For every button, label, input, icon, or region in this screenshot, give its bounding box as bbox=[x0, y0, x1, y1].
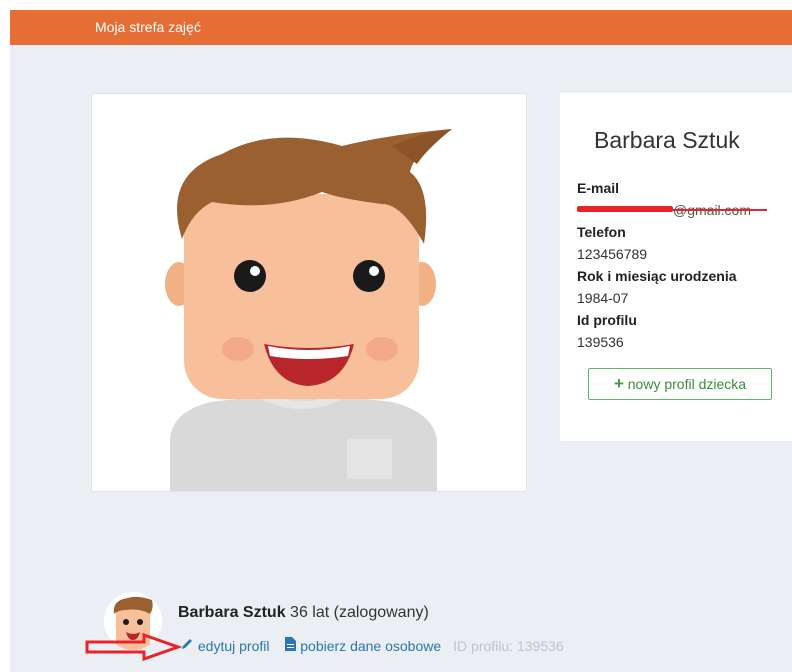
phone-value: 123456789 bbox=[577, 246, 648, 262]
profile-name: Barbara Sztuk bbox=[594, 127, 740, 153]
avatar-right-cheek bbox=[366, 337, 398, 361]
large-avatar-illustration bbox=[165, 129, 452, 491]
plus-icon: + bbox=[613, 374, 624, 393]
avatar-card bbox=[91, 93, 527, 492]
email-strike-line bbox=[577, 209, 767, 211]
top-bar: Moja strefa zajęć bbox=[10, 10, 792, 45]
avatar-left-eye bbox=[234, 260, 266, 292]
avatar-left-cheek bbox=[222, 337, 254, 361]
profile-id-label: Id profilu bbox=[577, 312, 637, 328]
phone-label: Telefon bbox=[577, 224, 626, 240]
profile-id-value: 139536 bbox=[577, 334, 624, 350]
annotation-arrow-icon bbox=[85, 632, 183, 662]
profile-actions: edytuj profil pobierz dane osobowe ID pro… bbox=[180, 637, 564, 654]
download-personal-data-link[interactable]: pobierz dane osobowe bbox=[300, 638, 441, 654]
profile-details: E-mail @gmail.com Telefon 123456789 Rok … bbox=[577, 177, 767, 353]
profile-info-card: Barbara Sztuk E-mail @gmail.com Telefon … bbox=[560, 93, 792, 441]
logged-user-name: Barbara Sztuk bbox=[178, 604, 286, 621]
new-child-profile-button[interactable]: + nowy profil dziecka bbox=[588, 368, 772, 400]
logged-user-age: 36 lat (zalogowany) bbox=[290, 604, 429, 621]
edit-profile-link[interactable]: edytuj profil bbox=[198, 638, 270, 654]
avatar-right-eye bbox=[353, 260, 385, 292]
email-value: @gmail.com bbox=[577, 199, 767, 221]
new-child-profile-label: nowy profil dziecka bbox=[627, 376, 747, 392]
birth-value: 1984-07 bbox=[577, 290, 629, 306]
document-icon bbox=[281, 637, 300, 654]
profile-id-text: ID profilu: 139536 bbox=[453, 638, 564, 654]
email-label: E-mail bbox=[577, 180, 620, 196]
avatar-shirt-pocket bbox=[347, 439, 392, 479]
birth-label: Rok i miesiąc urodzenia bbox=[577, 268, 737, 284]
app-title[interactable]: Moja strefa zajęć bbox=[95, 19, 201, 35]
logged-user-summary: Barbara Sztuk 36 lat (zalogowany) bbox=[178, 604, 429, 622]
